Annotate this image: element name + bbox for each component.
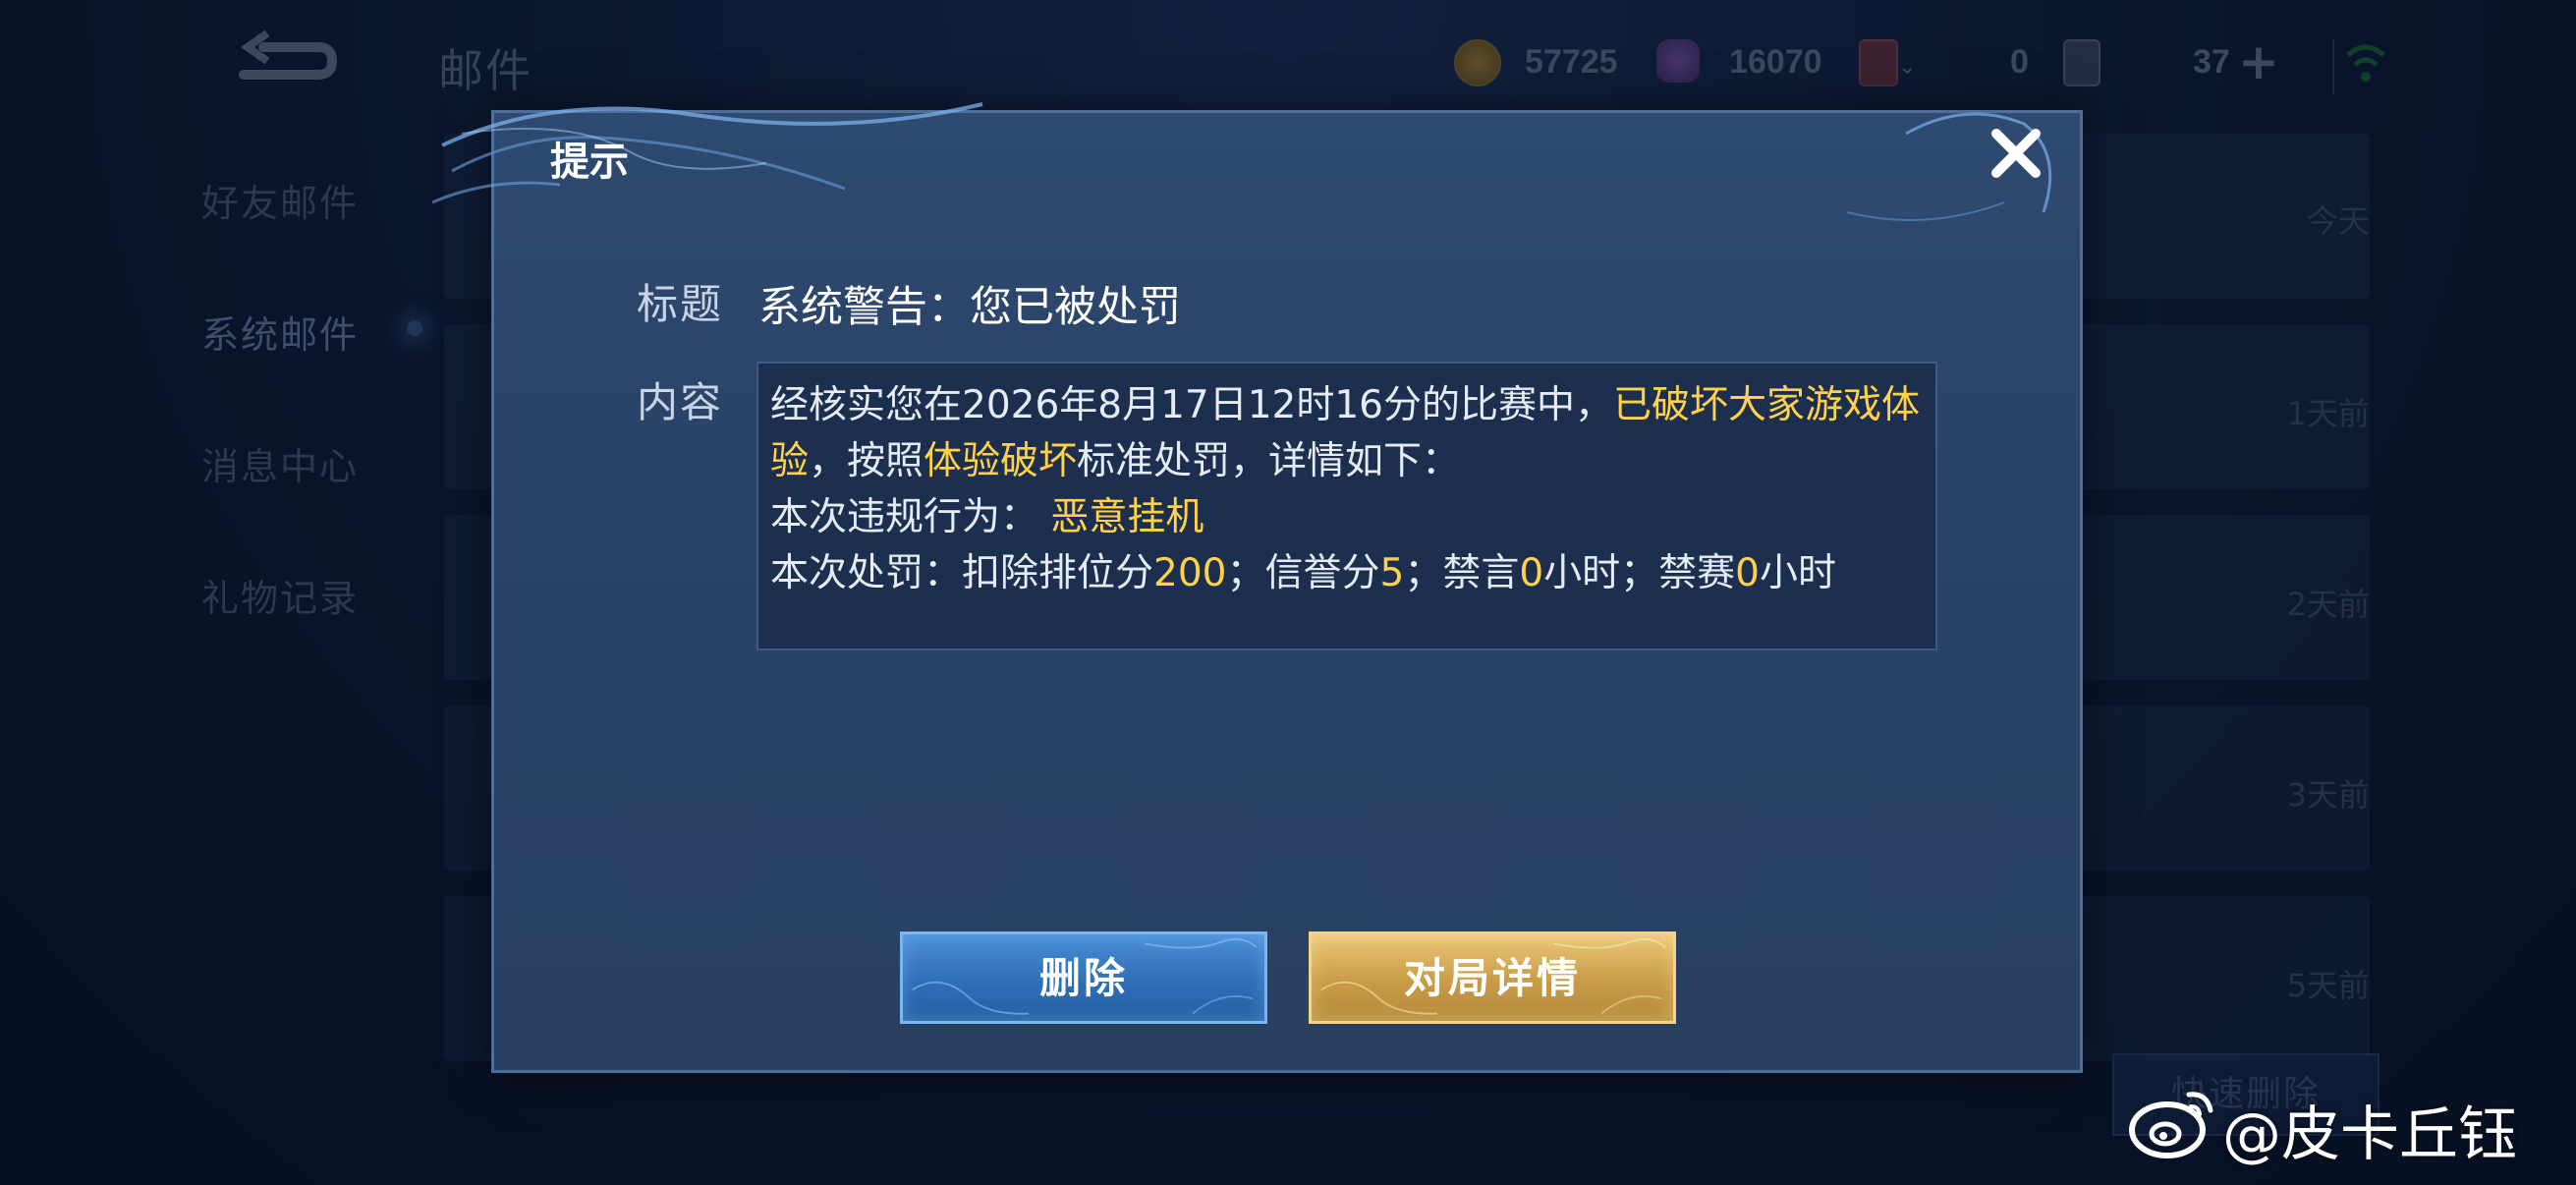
rank-points-deducted: 200 xyxy=(1153,551,1227,595)
watermark-text: @皮卡丘钰 xyxy=(2222,1100,2517,1169)
match-detail-button[interactable]: 对局详情 xyxy=(1309,931,1676,1024)
content-label: 内容 xyxy=(637,378,724,426)
penalty-line: 本次处罚：扣除排位分200；信誉分5；禁言0小时；禁赛0小时 xyxy=(770,551,1837,595)
delete-button[interactable]: 删除 xyxy=(900,931,1267,1024)
mail-subject: 系统警告：您已被处罚 xyxy=(758,283,1181,332)
content-paragraph: 经核实您在2026年8月17日12时16分的比赛中，已破坏大家游戏体验，按照体验… xyxy=(770,383,1920,483)
match-detail-button-label: 对局详情 xyxy=(1403,954,1581,1002)
close-icon[interactable] xyxy=(1985,122,2047,185)
delete-button-label: 删除 xyxy=(1038,954,1128,1002)
title-label: 标题 xyxy=(637,280,724,328)
ban-hours: 0 xyxy=(1735,551,1760,595)
mute-hours: 0 xyxy=(1519,551,1544,595)
violation-line: 本次违规行为： 恶意挂机 xyxy=(770,495,1204,539)
violation-type: 恶意挂机 xyxy=(1050,495,1204,539)
mail-content: 经核实您在2026年8月17日12时16分的比赛中，已破坏大家游戏体验，按照体验… xyxy=(756,362,1937,650)
dialog-title: 提示 xyxy=(550,140,629,185)
weibo-logo-icon xyxy=(2129,1092,2213,1158)
dialog-header-ornament xyxy=(432,102,2052,221)
highlight-text: 体验破坏 xyxy=(924,439,1078,483)
credit-points-deducted: 5 xyxy=(1379,551,1405,595)
